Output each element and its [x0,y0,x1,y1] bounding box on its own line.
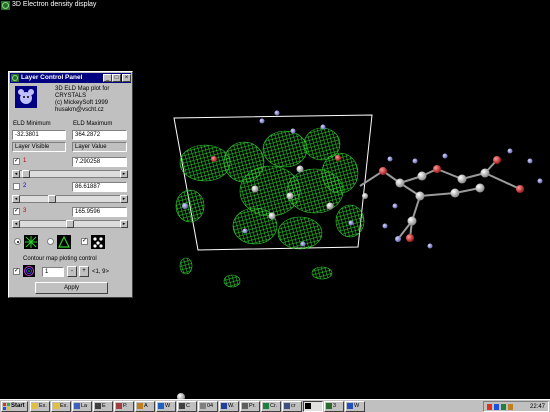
taskbar-item-4[interactable]: E [93,401,113,412]
app-icon [1,1,10,10]
window-icon [158,403,164,409]
mode-radio-wireframe[interactable] [14,238,21,245]
taskbar-item-1[interactable]: Ex. [30,401,50,412]
taskbar-item-5[interactable]: P. [114,401,134,412]
layer-value-header: Layer Value [72,142,127,152]
close-button[interactable]: × [122,74,131,82]
apply-button[interactable]: Apply [35,282,108,294]
layer-visible-header: Layer Visible [12,142,66,152]
triangle-mode-icon[interactable] [57,235,71,249]
window-icon [347,403,353,409]
eld-max-label: ELD Maximum [73,121,113,127]
taskbar-item-14[interactable] [303,401,323,412]
about-line-1: 3D ELD Map plot for [55,86,110,92]
layer-3-slider-right-button[interactable]: ▸ [120,220,128,228]
layer-control-panel: Layer Control Panel _ □ × 3D ELD Map plo… [8,71,133,298]
contour-spin-field[interactable]: 1 [42,267,64,277]
layer-2-slider-thumb[interactable] [48,195,56,203]
explorer-icon [32,403,38,409]
layer-3-slider-thumb[interactable] [66,220,74,228]
layer-1-slider-thumb[interactable] [22,170,30,178]
taskbar-item-3[interactable]: La [72,401,92,412]
wireframe-mode-icon[interactable] [24,235,38,249]
layer-1-slider-left-button[interactable]: ◂ [12,170,20,178]
atoms-display-icon[interactable] [91,235,105,249]
tray-icons [487,404,513,410]
window-icon [326,403,332,409]
taskbar-item-6[interactable]: A [135,401,155,412]
layer-3-value-field[interactable]: 165.9596 [72,207,127,217]
start-button[interactable]: Start [1,401,28,412]
layer-1-number: 1 [23,158,27,164]
contour-plus-button[interactable]: + [79,266,89,277]
window-icon [95,403,101,409]
mouse-logo-icon [15,86,37,108]
taskbar-item-16[interactable]: W [345,401,365,412]
taskbar: Start Ex. Ex. La E P. A W C 04 W. Pr. Cr… [0,399,550,412]
eld-min-field[interactable]: -32.3801 [12,130,66,140]
window-icon [116,403,122,409]
layer-2-slider[interactable]: ◂ ▸ [12,195,128,203]
system-tray: 22:47 [483,401,549,412]
taskbar-item-12[interactable]: Cr. [261,401,281,412]
layer-3-number: 3 [23,208,27,214]
layer-2-number: 2 [23,183,27,189]
layer-1-slider-right-button[interactable]: ▸ [120,170,128,178]
layer-2-slider-right-button[interactable]: ▸ [120,195,128,203]
window-icon [242,403,248,409]
clock: 22:47 [529,404,545,410]
layer-3-checkbox[interactable]: ✓ [13,208,20,215]
panel-app-icon [11,74,19,82]
maximize-button[interactable]: □ [112,74,121,82]
window-icon [284,403,290,409]
window-icon [305,403,311,409]
about-line-4: husakm@vscht.cz [55,107,104,113]
windows-logo-icon [3,403,10,410]
contour-range-label: <1, 9> [92,269,110,275]
taskbar-item-13[interactable]: cr [282,401,302,412]
contour-map-icon [23,265,35,277]
about-line-2: CRYSTALS [55,93,87,99]
layer-1-slider[interactable]: ◂ ▸ [12,170,128,178]
window-icon [137,403,143,409]
window-title: 3D Electron density display [12,1,97,8]
window-icon [263,403,269,409]
window-icon [221,403,227,409]
layer-3-slider[interactable]: ◂ ▸ [12,220,128,228]
contour-minus-button[interactable]: - [67,266,77,277]
layer-1-checkbox[interactable]: ✓ [13,158,20,165]
window-icon [179,403,185,409]
layer-1-value-field[interactable]: 7.290258 [72,157,127,167]
atoms-checkbox[interactable]: ✓ [81,238,88,245]
taskbar-item-11[interactable]: Pr. [240,401,260,412]
taskbar-item-2[interactable]: Ex. [51,401,71,412]
taskbar-item-15[interactable]: 3 [324,401,344,412]
contour-label: Contour map ploting control [23,256,97,262]
contour-checkbox[interactable]: ✓ [13,268,20,275]
layer-2-checkbox[interactable] [13,183,20,190]
start-label: Start [11,403,25,409]
layer-3-slider-left-button[interactable]: ◂ [12,220,20,228]
window-icon [200,403,206,409]
taskbar-item-8[interactable]: C [177,401,197,412]
density-mesh [175,127,365,288]
window-icon [74,403,80,409]
mode-radio-surface[interactable] [47,238,54,245]
window-title-bar: 3D Electron density display [0,0,550,11]
taskbar-item-7[interactable]: W [156,401,176,412]
eld-min-label: ELD Minimum [13,121,51,127]
explorer-icon [53,403,59,409]
eld-max-field[interactable]: 364.2872 [72,130,127,140]
layer-2-value-field[interactable]: 86.61887 [72,182,127,192]
taskbar-item-9[interactable]: 04 [198,401,218,412]
minimize-button[interactable]: _ [103,74,112,82]
taskbar-item-10[interactable]: W. [219,401,239,412]
about-line-3: (c) MickeySoft 1999 [55,100,109,106]
layer-2-slider-left-button[interactable]: ◂ [12,195,20,203]
